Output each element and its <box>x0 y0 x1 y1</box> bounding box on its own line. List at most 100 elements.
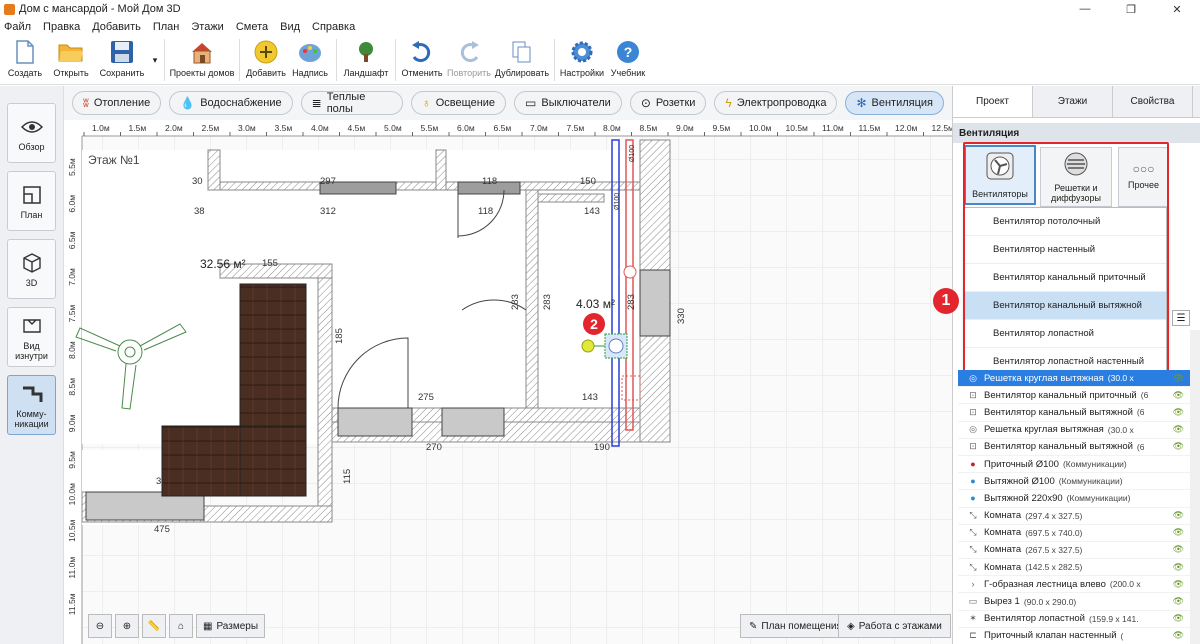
list-item[interactable]: ● Вытяжной 220x90 (Коммуникации) <box>958 490 1190 508</box>
visibility-eye-icon[interactable]: 👁 <box>1173 544 1184 555</box>
save-dropdown-icon[interactable]: ▾ <box>150 35 160 85</box>
list-item[interactable]: ⊏ Приточный клапан настенный(👁 <box>958 628 1190 644</box>
fans-button[interactable]: Вентиляторы <box>964 145 1036 205</box>
save-button[interactable]: Сохранить <box>94 35 150 85</box>
visibility-eye-icon[interactable]: 👁 <box>1173 562 1184 573</box>
category-heating[interactable]: ʬ Отопление <box>72 91 162 115</box>
dimensions-icon: ▦ <box>203 620 213 632</box>
category-sockets[interactable]: ⊙ Розетки <box>629 91 707 115</box>
visibility-eye-icon[interactable]: 👁 <box>1173 527 1184 538</box>
list-item-selected[interactable]: ◎ Решетка круглая вытяжная (30.0 x 👁 <box>958 370 1190 388</box>
visibility-eye-icon[interactable]: 👁 <box>1173 424 1184 435</box>
view-communications-button[interactable]: Комму-никации <box>7 375 56 435</box>
tab-project[interactable]: Проект <box>953 86 1033 117</box>
visibility-eye-icon[interactable]: 👁 <box>1173 630 1184 641</box>
duplicate-button[interactable]: Дублировать <box>494 35 550 85</box>
zoom-out-icon[interactable]: ⊖ <box>88 614 112 638</box>
list-item[interactable]: ⊡ Вентилятор канальный вытяжной (6 👁 <box>958 439 1190 456</box>
category-water[interactable]: 💧 Водоснабжение <box>169 91 293 115</box>
list-item[interactable]: ◎ Решетка круглая вытяжная (30.0 x 👁 <box>958 422 1190 439</box>
tab-floors[interactable]: Этажи <box>1033 86 1113 117</box>
dimensions-button[interactable]: ▦ Размеры <box>196 614 266 638</box>
dim-label: 270 <box>426 442 442 453</box>
list-item[interactable]: ⤡ Комната (142.5 x 282.5) 👁 <box>958 559 1190 577</box>
list-item[interactable]: ✶ Вентилятор лопастной (159.9 x 141. 👁 <box>958 611 1190 628</box>
ruler-tick-label: 12.0м <box>895 123 918 133</box>
ruler-tick-label: 8.5м <box>67 378 77 396</box>
menu-estimate[interactable]: Смета <box>236 21 268 33</box>
ruler-tick-label: 10.5м <box>786 123 809 133</box>
category-floor-heating[interactable]: ≣ Теплые полы <box>300 91 403 115</box>
plan-canvas[interactable]: 1.0м 1.5м 2.0м 2.5м 3.0м 3.5м 4.0м 4.5м 5.0м 5.5м… <box>64 120 952 644</box>
category-lighting[interactable]: ♁ Освещение <box>410 91 507 115</box>
list-item[interactable]: ▭ Вырез 1 (90.0 x 290.0) 👁 <box>958 593 1190 611</box>
zoom-in-icon[interactable]: ⊕ <box>115 614 139 638</box>
list-item-name: Приточный Ø100 <box>984 458 1059 470</box>
list-item[interactable]: › Г-образная лестница влево (200.0 x 👁 <box>958 576 1190 594</box>
visibility-eye-icon[interactable]: 👁 <box>1173 373 1184 384</box>
create-button[interactable]: Создать <box>2 35 48 85</box>
list-item[interactable]: ⤡ Комната (297.4 x 327.5) 👁 <box>958 508 1190 525</box>
house-projects-button[interactable]: Проекты домов <box>169 35 235 85</box>
dropdown-item-selected[interactable]: Вентилятор канальный вытяжной <box>964 292 1166 320</box>
label-button[interactable]: Надпись <box>288 35 332 85</box>
valve-icon: ⊏ <box>969 630 977 641</box>
visibility-eye-icon[interactable]: 👁 <box>1173 390 1184 401</box>
menu-edit[interactable]: Правка <box>43 21 80 33</box>
view-3d-button[interactable]: 3D <box>7 239 56 299</box>
dropdown-item[interactable]: Вентилятор канальный приточный <box>964 264 1166 292</box>
category-wiring[interactable]: ϟ Электропроводка <box>714 91 838 115</box>
visibility-eye-icon[interactable]: 👁 <box>1173 510 1184 521</box>
tutorial-button[interactable]: ? Учебник <box>605 35 651 85</box>
visibility-eye-icon[interactable]: 👁 <box>1173 441 1184 452</box>
view-overview-button[interactable]: Обзор <box>7 103 56 163</box>
add-button[interactable]: Добавить <box>244 35 288 85</box>
tab-properties[interactable]: Свойства <box>1113 86 1193 117</box>
list-item[interactable]: ⤡ Комната (697.5 x 740.0) 👁 <box>958 525 1190 542</box>
settings-button[interactable]: Настройки <box>559 35 605 85</box>
menu-file[interactable]: Файл <box>4 21 31 33</box>
view-interior-button[interactable]: Вид изнутри <box>7 307 56 367</box>
redo-button[interactable]: Повторить <box>444 35 494 85</box>
list-item[interactable]: ⤡ Комната (267.5 x 327.5) 👁 <box>958 542 1190 560</box>
undo-button[interactable]: Отменить <box>400 35 444 85</box>
floors-work-button[interactable]: ◈ Работа с этажами <box>838 614 951 638</box>
room-plan-button[interactable]: ✎ План помещения <box>740 614 851 638</box>
list-item[interactable]: ⊡ Вентилятор канальный вытяжной (6 👁 <box>958 404 1190 422</box>
other-button[interactable]: ○○○ Прочее <box>1118 147 1168 207</box>
ruler-tick-label: 7.0м <box>67 268 77 286</box>
category-switches[interactable]: ▭ Выключатели <box>514 91 622 115</box>
grilles-button[interactable]: Решетки и диффузоры <box>1040 147 1112 207</box>
list-item[interactable]: ● Приточный Ø100 (Коммуникации) <box>958 456 1190 474</box>
menu-plan[interactable]: План <box>153 21 180 33</box>
dropdown-item[interactable]: Вентилятор лопастной <box>964 320 1166 348</box>
ruler-tick-label: 4.0м <box>311 123 329 133</box>
visibility-eye-icon[interactable]: 👁 <box>1173 613 1184 624</box>
menu-floors[interactable]: Этажи <box>191 21 223 33</box>
dropdown-item[interactable]: Вентилятор потолочный <box>964 208 1166 236</box>
menu-view[interactable]: Вид <box>280 21 300 33</box>
category-ventilation[interactable]: ✻ Вентиляция <box>845 91 944 115</box>
list-item-size: (297.4 x 327.5) <box>1025 510 1083 521</box>
maximize-icon[interactable]: ❐ <box>1108 0 1154 18</box>
landscape-button[interactable]: Ландшафт <box>341 35 391 85</box>
eye-icon <box>20 115 44 139</box>
list-view-icon[interactable]: ☰ <box>1172 310 1190 326</box>
home-icon[interactable]: ⌂ <box>169 614 193 638</box>
object-list-scrollbar[interactable] <box>1190 330 1200 644</box>
close-icon[interactable]: ✕ <box>1154 0 1200 18</box>
ruler-icon[interactable]: 📏 <box>142 614 166 638</box>
menu-add[interactable]: Добавить <box>92 21 141 33</box>
visibility-eye-icon[interactable]: 👁 <box>1173 579 1184 590</box>
list-item[interactable]: ⊡ Вентилятор канальный приточный (6 👁 <box>958 387 1190 405</box>
open-button[interactable]: Открыть <box>48 35 94 85</box>
menu-help[interactable]: Справка <box>312 21 355 33</box>
list-item[interactable]: ● Вытяжной Ø100 (Коммуникации) <box>958 473 1190 491</box>
visibility-eye-icon[interactable]: 👁 <box>1173 407 1184 418</box>
dropdown-item[interactable]: Вентилятор настенный <box>964 236 1166 264</box>
ruler-tick-label: 11.5м <box>859 123 881 133</box>
view-plan-button[interactable]: План <box>7 171 56 231</box>
floor-plan[interactable]: 1.0м 1.5м 2.0м 2.5м 3.0м 3.5м 4.0м 4.5м 5.0м 5.5м… <box>64 120 952 644</box>
minimize-icon[interactable]: — <box>1062 0 1108 18</box>
visibility-eye-icon[interactable]: 👁 <box>1173 596 1184 607</box>
